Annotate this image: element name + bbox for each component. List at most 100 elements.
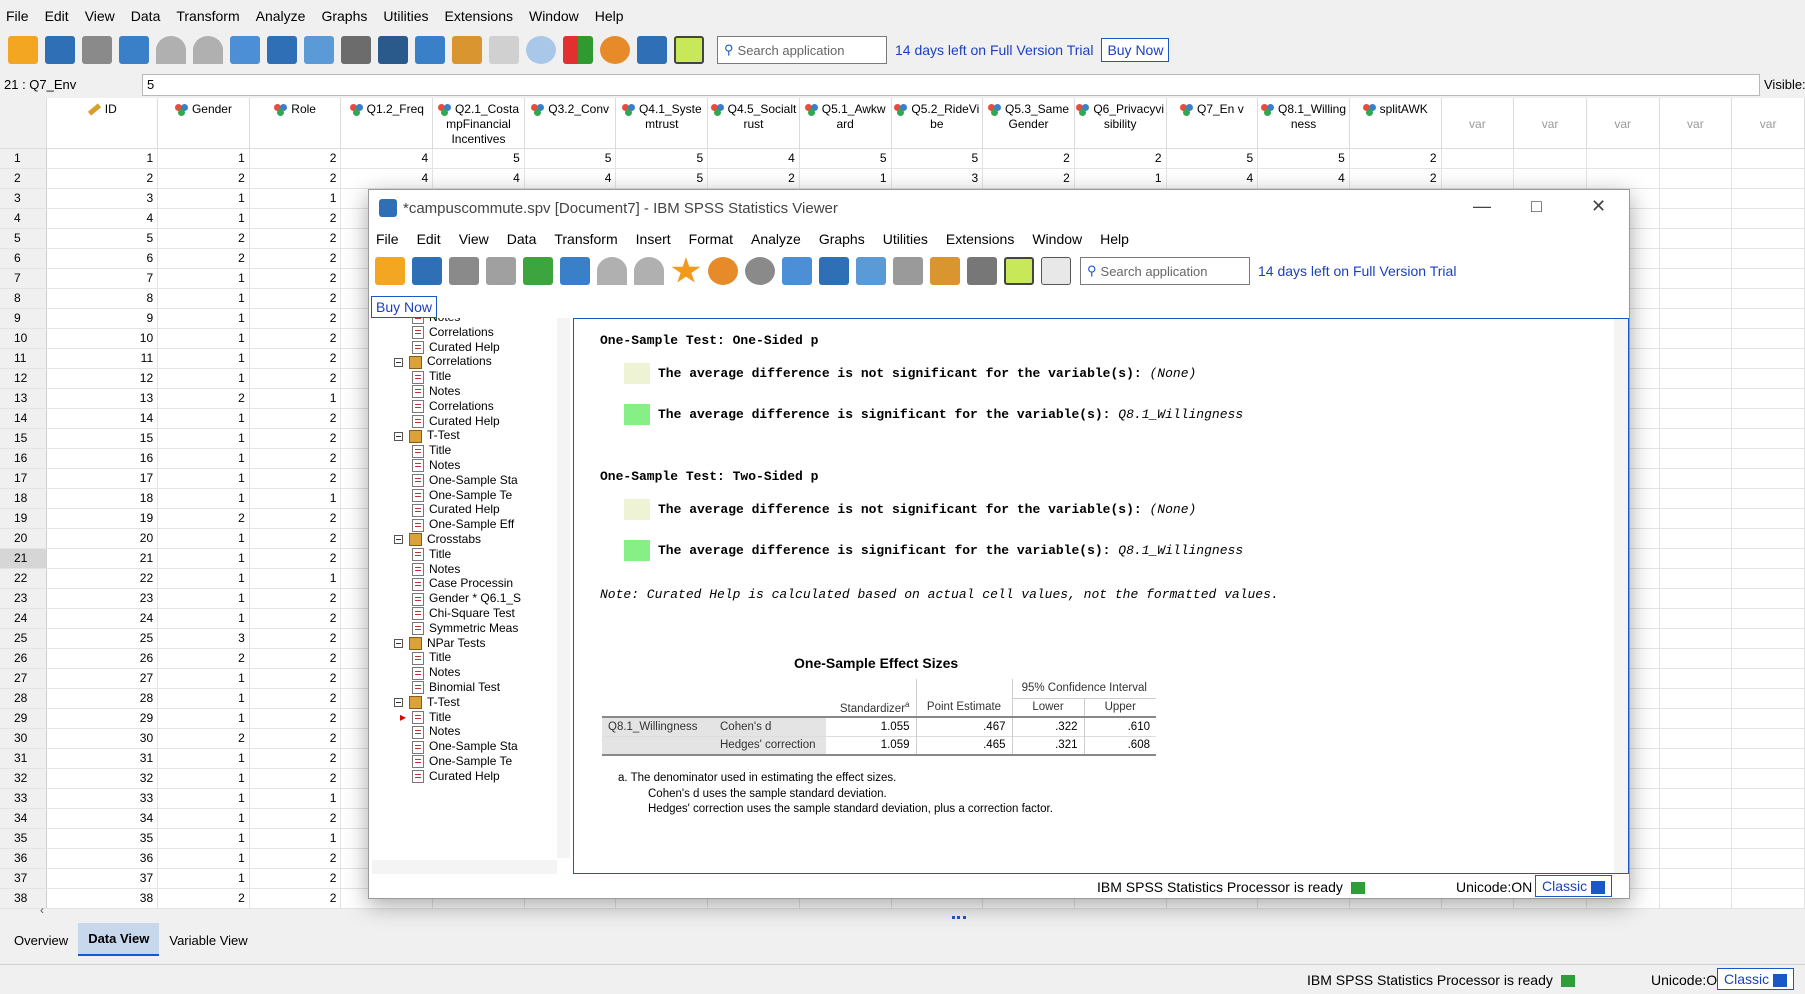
column-header[interactable]: Role xyxy=(249,98,342,149)
recall-dialog-icon[interactable] xyxy=(119,36,149,64)
undo-icon[interactable] xyxy=(156,36,186,64)
data-cell[interactable] xyxy=(1659,768,1733,789)
data-cell[interactable]: 1 xyxy=(249,828,342,849)
data-cell[interactable]: 1 xyxy=(799,168,892,189)
data-cell[interactable] xyxy=(1731,408,1805,429)
data-cell[interactable] xyxy=(1659,388,1733,409)
outline-item[interactable]: One-Sample Sta xyxy=(412,738,518,755)
data-cell[interactable] xyxy=(1659,348,1733,369)
outline-item[interactable]: T-Test xyxy=(394,694,460,711)
data-cell[interactable]: 2 xyxy=(249,668,342,689)
save-icon[interactable] xyxy=(412,257,442,285)
ai-output-icon[interactable] xyxy=(1041,257,1071,285)
menu-graphs[interactable]: Graphs xyxy=(321,8,367,24)
outline-item[interactable]: Curated Help xyxy=(412,501,500,518)
row-number[interactable]: 30 xyxy=(0,728,48,749)
data-cell[interactable]: 1 xyxy=(157,588,250,609)
select-cases-icon[interactable] xyxy=(526,36,556,64)
column-header[interactable]: Q8.1_Willing ness xyxy=(1257,98,1350,149)
redo-icon[interactable] xyxy=(193,36,223,64)
data-cell[interactable] xyxy=(1731,828,1805,849)
row-number[interactable]: 16 xyxy=(0,448,48,469)
data-cell[interactable]: 2 xyxy=(249,468,342,489)
data-cell[interactable]: 32 xyxy=(46,768,159,789)
data-cell[interactable]: 2 xyxy=(157,888,250,909)
data-cell[interactable] xyxy=(1731,368,1805,389)
outline-horizontal-scrollbar[interactable] xyxy=(372,860,557,874)
data-cell[interactable] xyxy=(1731,548,1805,569)
value-labels-icon[interactable] xyxy=(563,36,593,64)
goto-variable-icon[interactable] xyxy=(267,36,297,64)
data-cell[interactable] xyxy=(1586,148,1660,169)
column-header[interactable]: Q7_En v xyxy=(1166,98,1259,149)
data-cell[interactable]: 2 xyxy=(249,888,342,909)
outline-item[interactable]: Notes xyxy=(412,457,460,474)
data-cell[interactable]: 1 xyxy=(157,268,250,289)
data-cell[interactable]: 1 xyxy=(157,208,250,229)
data-cell[interactable]: 2 xyxy=(249,248,342,269)
data-cell[interactable]: 2 xyxy=(157,508,250,529)
data-cell[interactable]: 2 xyxy=(46,168,159,189)
data-cell[interactable] xyxy=(1731,648,1805,669)
data-cell[interactable]: 1 xyxy=(249,488,342,509)
data-cell[interactable]: 2 xyxy=(249,588,342,609)
data-cell[interactable]: 4 xyxy=(340,168,434,189)
outline-item[interactable]: Title xyxy=(412,368,451,385)
empty-var-column[interactable]: var xyxy=(1731,98,1805,149)
menu-utilities[interactable]: Utilities xyxy=(383,8,428,24)
outline-item[interactable]: Correlations xyxy=(394,353,492,370)
data-cell[interactable]: 1 xyxy=(157,708,250,729)
data-cell[interactable]: 2 xyxy=(1349,148,1442,169)
data-cell[interactable]: 26 xyxy=(46,648,159,669)
data-cell[interactable]: 1 xyxy=(157,288,250,309)
outline-item[interactable]: Notes xyxy=(412,561,460,578)
outline-item[interactable]: One-Sample Eff xyxy=(412,516,514,533)
data-cell[interactable]: 1 xyxy=(157,428,250,449)
outline-item[interactable]: Case Processin xyxy=(412,575,513,592)
row-number[interactable]: 10 xyxy=(0,328,48,349)
data-cell[interactable]: 1 xyxy=(157,828,250,849)
data-cell[interactable]: 2 xyxy=(249,308,342,329)
outline-vertical-scrollbar[interactable] xyxy=(557,318,570,858)
print-preview-icon[interactable] xyxy=(486,257,516,285)
data-cell[interactable]: 2 xyxy=(249,348,342,369)
collapse-icon[interactable] xyxy=(394,535,403,545)
outline-item[interactable]: NPar Tests xyxy=(394,635,485,652)
tab-variable-view[interactable]: Variable View xyxy=(159,925,257,956)
viewer-classic-button[interactable]: Classic xyxy=(1535,875,1613,897)
data-cell[interactable]: 1 xyxy=(249,388,342,409)
data-cell[interactable]: 36 xyxy=(46,848,159,869)
data-cell[interactable]: 2 xyxy=(249,528,342,549)
data-cell[interactable]: 21 xyxy=(46,548,159,569)
data-cell[interactable]: 31 xyxy=(46,748,159,769)
data-cell[interactable]: 1 xyxy=(157,848,250,869)
viewer-menu-insert[interactable]: Insert xyxy=(636,231,671,247)
data-cell[interactable]: 6 xyxy=(46,248,159,269)
data-cell[interactable]: 33 xyxy=(46,788,159,809)
data-cell[interactable]: 2 xyxy=(249,548,342,569)
data-cell[interactable] xyxy=(1731,588,1805,609)
empty-var-column[interactable]: var xyxy=(1586,98,1660,149)
viewer-menu-edit[interactable]: Edit xyxy=(417,231,441,247)
row-number[interactable]: 5 xyxy=(0,228,48,249)
data-cell[interactable]: 2 xyxy=(249,708,342,729)
data-cell[interactable] xyxy=(1659,648,1733,669)
data-cell[interactable] xyxy=(1731,268,1805,289)
empty-var-column[interactable]: var xyxy=(1513,98,1587,149)
column-header[interactable]: Q6_Privacyvi sibility xyxy=(1074,98,1167,149)
column-header[interactable]: Q4.1_Syste mtrust xyxy=(615,98,709,149)
spelling-icon[interactable] xyxy=(637,36,667,64)
row-number[interactable]: 3 xyxy=(0,188,48,209)
run-descriptives-icon[interactable] xyxy=(341,36,371,64)
use-sets-icon[interactable] xyxy=(600,36,630,64)
tab-overview[interactable]: Overview xyxy=(4,925,78,956)
data-cell[interactable] xyxy=(1731,208,1805,229)
outline-item[interactable]: Binomial Test xyxy=(412,679,500,696)
row-number[interactable]: 31 xyxy=(0,748,48,769)
variables-icon[interactable] xyxy=(304,36,334,64)
viewer-menu-graphs[interactable]: Graphs xyxy=(819,231,865,247)
data-cell[interactable]: 3 xyxy=(46,188,159,209)
outline-item[interactable]: Curated Help xyxy=(412,768,500,785)
viewer-menu-analyze[interactable]: Analyze xyxy=(751,231,801,247)
data-cell[interactable]: 5 xyxy=(615,148,709,169)
